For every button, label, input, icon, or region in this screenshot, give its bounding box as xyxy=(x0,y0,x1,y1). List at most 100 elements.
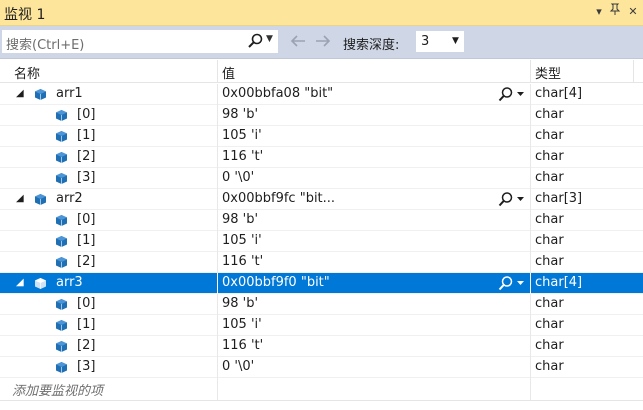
watch-value[interactable]: 0 '\0' xyxy=(222,170,254,185)
cell-divider xyxy=(530,105,531,126)
watch-row-element[interactable]: [2] 116 't' char xyxy=(0,252,643,273)
expand-triangle-icon[interactable]: ◢ xyxy=(16,88,24,99)
search-input[interactable]: 搜索(Ctrl+E) ▼ xyxy=(1,29,279,54)
watch-row-element[interactable]: [1] 105 'i' char xyxy=(0,126,643,147)
search-placeholder: 搜索(Ctrl+E) xyxy=(6,38,85,53)
watch-value[interactable]: 105 'i' xyxy=(222,317,262,332)
watch-row-element[interactable]: [2] 116 't' char xyxy=(0,336,643,357)
watch-row-element[interactable]: [3] 0 '\0' char xyxy=(0,357,643,378)
watch-value[interactable]: 0 '\0' xyxy=(222,359,254,374)
watch-type: char xyxy=(535,170,564,185)
column-header-name[interactable]: 名称 xyxy=(14,63,40,82)
watch-type: char xyxy=(535,233,564,248)
chevron-down-icon: ▼ xyxy=(452,36,459,46)
watch-name: [3] xyxy=(77,170,96,185)
watch-name: [1] xyxy=(77,128,96,143)
watch-row-element[interactable]: [0] 98 'b' char xyxy=(0,294,643,315)
search-options-dropdown-icon[interactable]: ▼ xyxy=(266,34,273,44)
watch-name: [2] xyxy=(77,338,96,353)
cell-divider xyxy=(217,210,218,231)
cell-divider xyxy=(217,147,218,168)
window-title: 监视 1 xyxy=(4,7,46,23)
watch-name: [1] xyxy=(77,317,96,332)
watch-name: [1] xyxy=(77,233,96,248)
cell-divider xyxy=(217,273,218,294)
variable-cube-icon xyxy=(55,172,68,185)
column-header-value[interactable]: 值 xyxy=(222,63,235,82)
cell-divider xyxy=(217,252,218,273)
cell-divider xyxy=(217,189,218,210)
watch-type: char xyxy=(535,149,564,164)
variable-cube-icon xyxy=(55,340,68,353)
column-divider[interactable] xyxy=(217,60,218,83)
watch-row-element[interactable]: [1] 105 'i' char xyxy=(0,315,643,336)
cell-divider xyxy=(530,84,531,105)
magnifier-icon[interactable] xyxy=(497,86,529,103)
watch-type: char xyxy=(535,338,564,353)
watch-row-element[interactable]: [3] 0 '\0' char xyxy=(0,168,643,189)
watch-name: [2] xyxy=(77,149,96,164)
cell-divider xyxy=(530,231,531,252)
column-divider[interactable] xyxy=(530,60,531,83)
variable-cube-icon xyxy=(55,235,68,248)
variable-cube-icon xyxy=(55,256,68,269)
column-divider[interactable] xyxy=(633,60,634,83)
magnifier-icon[interactable] xyxy=(497,275,529,292)
watch-type: char xyxy=(535,254,564,269)
close-icon[interactable]: ✕ xyxy=(624,3,642,21)
watch-row-arr3[interactable]: ◢ arr3 0x00bbf9f0 "bit" char[4] xyxy=(0,273,643,294)
column-header-type[interactable]: 类型 xyxy=(535,63,561,82)
watch-name: [0] xyxy=(77,296,96,311)
cell-divider xyxy=(530,294,531,315)
magnifier-icon[interactable] xyxy=(497,191,529,208)
add-watch-placeholder[interactable]: 添加要监视的项 xyxy=(12,380,103,399)
watch-type: char xyxy=(535,128,564,143)
cell-divider xyxy=(217,231,218,252)
cell-divider xyxy=(530,252,531,273)
expand-triangle-icon[interactable]: ◢ xyxy=(16,193,24,204)
watch-name: arr2 xyxy=(56,191,83,206)
cell-divider xyxy=(217,126,218,147)
forward-arrow-icon[interactable] xyxy=(314,32,332,54)
watch-row-element[interactable]: [0] 98 'b' char xyxy=(0,210,643,231)
variable-cube-icon xyxy=(55,214,68,227)
cell-divider xyxy=(217,294,218,315)
cell-divider xyxy=(530,315,531,336)
watch-value[interactable]: 98 'b' xyxy=(222,296,258,311)
watch-row-arr2[interactable]: ◢ arr2 0x00bbf9fc "bit... char[3] xyxy=(0,189,643,210)
watch-value[interactable]: 116 't' xyxy=(222,254,263,269)
watch-value[interactable]: 0x00bbf9fc "bit... xyxy=(222,191,335,206)
watch-value[interactable]: 116 't' xyxy=(222,338,263,353)
cell-divider xyxy=(217,336,218,357)
back-arrow-icon[interactable] xyxy=(289,32,307,54)
watch-row-element[interactable]: [1] 105 'i' char xyxy=(0,231,643,252)
watch-value[interactable]: 98 'b' xyxy=(222,212,258,227)
watch-name: arr1 xyxy=(56,86,83,101)
variable-cube-icon xyxy=(55,130,68,143)
watch-type: char xyxy=(535,296,564,311)
watch-type: char xyxy=(535,359,564,374)
watch-type: char xyxy=(535,212,564,227)
watch-row-element[interactable]: [2] 116 't' char xyxy=(0,147,643,168)
search-depth-select[interactable]: 3 ▼ xyxy=(415,30,465,53)
pin-icon[interactable] xyxy=(606,3,624,21)
variable-cube-icon xyxy=(34,193,47,206)
expand-triangle-icon[interactable]: ◢ xyxy=(16,277,24,288)
variable-cube-icon xyxy=(55,109,68,122)
cell-divider xyxy=(530,126,531,147)
watch-value[interactable]: 116 't' xyxy=(222,149,263,164)
variable-cube-icon xyxy=(55,151,68,164)
search-depth-value: 3 xyxy=(421,34,430,49)
watch-value[interactable]: 98 'b' xyxy=(222,107,258,122)
watch-row-arr1[interactable]: ◢ arr1 0x00bbfa08 "bit" char[4] xyxy=(0,84,643,105)
watch-value[interactable]: 105 'i' xyxy=(222,233,262,248)
watch-rows: ◢ arr1 0x00bbfa08 "bit" char[4] [0] 98 'b' cha… xyxy=(0,84,643,378)
watch-row-element[interactable]: [0] 98 'b' char xyxy=(0,105,643,126)
add-watch-row[interactable]: 添加要监视的项 xyxy=(0,378,643,400)
watch-type: char[3] xyxy=(535,191,583,206)
cell-divider xyxy=(530,378,531,400)
search-icon[interactable] xyxy=(246,32,264,50)
watch-value[interactable]: 0x00bbfa08 "bit" xyxy=(222,86,333,101)
watch-value[interactable]: 0x00bbf9f0 "bit" xyxy=(222,275,330,290)
watch-value[interactable]: 105 'i' xyxy=(222,128,262,143)
